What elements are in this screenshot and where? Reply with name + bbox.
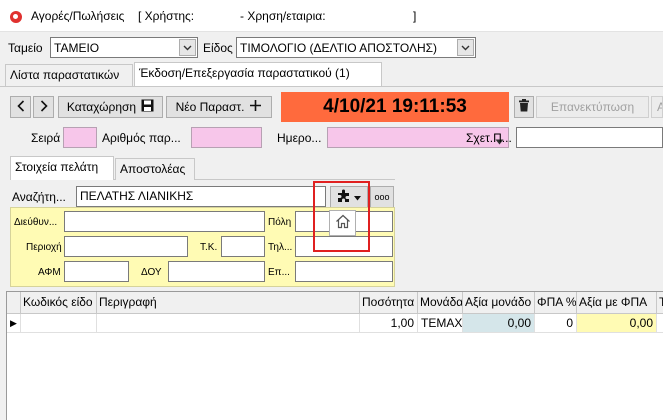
customer-search-input[interactable]: ΠΕΛΑΤΗΣ ΛΙΑΝΙΚΗΣ [76,186,326,207]
tameio-value: ΤΑΜΕΙΟ [54,41,100,55]
tameio-select[interactable]: ΤΑΜΕΙΟ [50,37,198,58]
prev-button[interactable] [10,96,31,118]
seira-input[interactable] [63,127,97,148]
sxet-input[interactable] [516,127,663,148]
afm-label: ΑΦΜ [38,267,61,278]
tab-sender[interactable]: Αποστολέας [115,158,195,180]
more-button[interactable]: ooo [370,186,394,208]
tab-customer-details[interactable]: Στοιχεία πελάτη [10,156,114,180]
row-indicator: ▶ [7,314,21,333]
arithmos-input[interactable] [191,127,262,148]
doy-input[interactable] [168,261,265,282]
highlight-box [313,181,370,252]
area-label: Περιοχή [26,242,62,253]
chevron-left-icon [16,99,25,115]
title-close-bracket: ] [413,9,417,23]
chevron-down-icon[interactable] [457,39,474,56]
cell-value-with-vat[interactable]: 0,00 [577,314,657,333]
tk-label: Τ.Κ. [200,242,218,253]
customer-search-value: ΠΕΛΑΤΗΣ ΛΙΑΝΙΚΗΣ [80,189,194,203]
next-button[interactable] [33,96,54,118]
column-header-code[interactable]: Κωδικός είδο [21,292,97,314]
tab-document-list[interactable]: Λίστα παραστατικών [5,64,133,86]
column-header-vat[interactable]: ΦΠΑ % [535,292,577,314]
chevron-down-icon[interactable] [179,39,196,56]
column-header-t[interactable]: Τ [657,292,663,314]
app-icon [10,11,22,23]
column-header-unit-value[interactable]: Αξία μονάδο [463,292,535,314]
tk-input[interactable] [221,236,265,257]
year-company-label: - Χρηση/εταιρια: [240,9,326,23]
column-header-quantity[interactable]: Ποσότητα [360,292,418,314]
tameio-label: Ταμείο [8,41,43,55]
reprint-button[interactable]: Επανεκτύπωση [536,96,649,118]
area-input[interactable] [64,236,188,257]
grid-indicator-header [7,292,21,314]
arithmos-label: Αριθμός παρ... [102,131,181,145]
address-input[interactable] [64,211,265,232]
new-label: Νέο Παραστ. [175,100,245,114]
phone-label: Τηλ... [268,242,293,253]
ep-input[interactable] [295,261,393,282]
chevron-right-icon [40,99,48,115]
eidos-value: ΤΙΜΟΛΟΓΙΟ (ΔΕΛΤΙΟ ΑΠΟΣΤΟΛΗΣ) [240,41,438,55]
floppy-icon [141,99,154,115]
eidos-select[interactable]: ΤΙΜΟΛΟΓΙΟ (ΔΕΛΤΙΟ ΑΠΟΣΤΟΛΗΣ) [236,37,476,58]
cut-off-button[interactable]: Α [651,96,663,118]
column-header-value-with-vat[interactable]: Αξία με ΦΠΑ [577,292,657,314]
eidos-label: Είδος [203,41,233,55]
trash-icon [518,99,530,115]
afm-input[interactable] [64,261,129,282]
column-header-unit[interactable]: Μονάδα [418,292,463,314]
user-label: [ Χρήστης: [138,9,195,23]
sxet-label: Σχετ.Π... [466,131,512,145]
cell-description[interactable] [97,314,360,333]
delete-button[interactable] [514,96,534,118]
doy-label: ΔΟΥ [141,267,162,278]
address-label: Διεύθυν... [14,217,58,228]
city-label: Πόλη [268,217,292,228]
cell-t[interactable] [657,314,663,333]
tab-document-edit[interactable]: Έκδοση/Επεξεργασία παραστατικού (1) [134,62,382,86]
cell-unit-value[interactable]: 0,00 [463,314,535,333]
window-title: Αγορές/Πωλήσεις [31,9,125,23]
items-grid[interactable]: Κωδικός είδο Περιγραφή Ποσότητα Μονάδα Α… [6,291,663,420]
save-button[interactable]: Καταχώρηση [58,96,163,118]
cell-quantity[interactable]: 1,00 [360,314,418,333]
plus-icon [249,99,262,115]
column-header-description[interactable]: Περιγραφή [97,292,360,314]
cell-code[interactable] [21,314,97,333]
ep-label: Επ... [268,267,290,278]
new-document-button[interactable]: Νέο Παραστ. [166,96,272,118]
search-label: Αναζήτη... [12,190,66,204]
datetime-display: 4/10/21 19:11:53 [281,92,509,122]
hmero-label: Ημερο... [277,131,322,145]
seira-label: Σειρά [31,131,61,145]
cell-unit[interactable]: ΤΕΜΑΧ [418,314,463,333]
save-label: Καταχώρηση [66,100,137,114]
cell-vat[interactable]: 0 [535,314,577,333]
